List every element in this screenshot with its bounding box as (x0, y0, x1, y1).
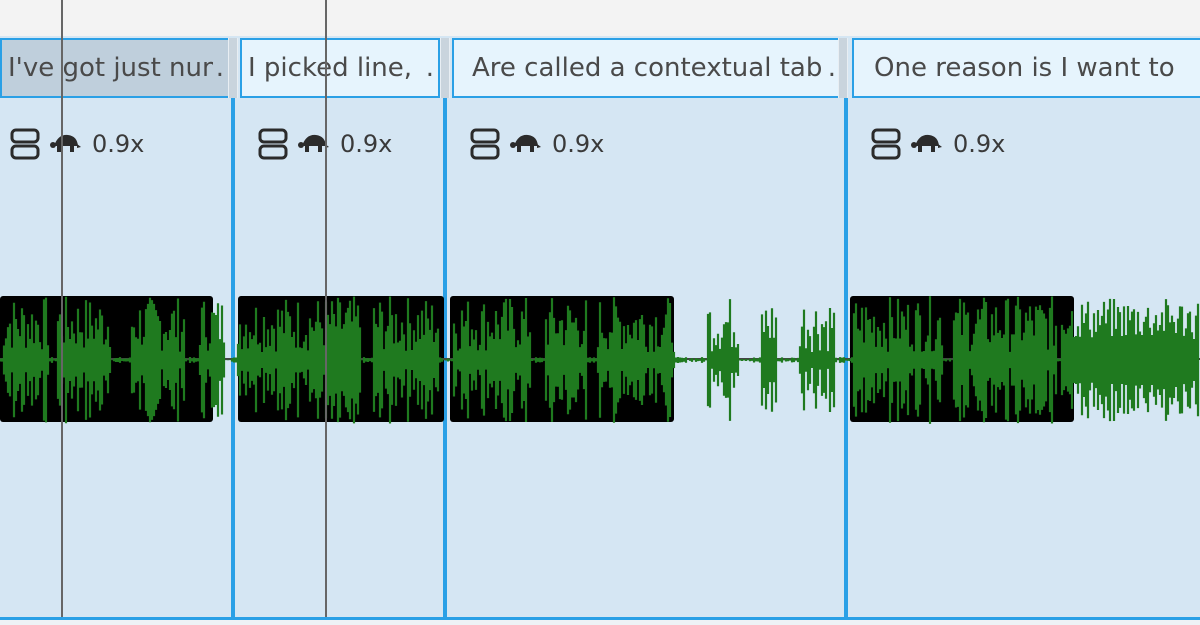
stretch-icon[interactable] (258, 127, 290, 161)
clip-4-info: 0.9x (871, 126, 1005, 162)
label-1-ellipsis: . (215, 53, 224, 83)
clip-2-speed: 0.9x (340, 130, 393, 158)
label-3[interactable]: Are called a contextual tab . (452, 38, 842, 98)
turtle-icon (510, 134, 541, 152)
edit-cursor[interactable] (325, 0, 327, 620)
label-3-ellipsis: . (827, 53, 836, 83)
label-3-resize-handle[interactable] (838, 38, 848, 98)
track-footer (0, 620, 1200, 625)
stretch-icon[interactable] (470, 127, 502, 161)
clip-3-info: 0.9x (470, 126, 604, 162)
timeline-top-strip (0, 0, 1200, 36)
label-1-resize-handle[interactable] (228, 38, 238, 98)
label-2-text: I picked line, (248, 53, 413, 83)
clip-4-speed: 0.9x (953, 130, 1006, 158)
label-2[interactable]: I picked line, . (240, 38, 440, 98)
clip-1-speed: 0.9x (92, 130, 145, 158)
stretch-icon[interactable] (10, 127, 42, 161)
label-4[interactable]: One reason is I want to (852, 38, 1200, 98)
play-cursor[interactable] (61, 0, 63, 620)
stretch-icon[interactable] (871, 127, 903, 161)
label-3-text: Are called a contextual tab (472, 53, 823, 83)
label-1[interactable]: I've got just num . (0, 38, 230, 98)
label-4-text: One reason is I want to (874, 53, 1175, 83)
clip-3-speed: 0.9x (552, 130, 605, 158)
label-1-text: I've got just num (8, 53, 213, 83)
turtle-icon (50, 134, 81, 152)
label-2-ellipsis: . (425, 53, 434, 83)
waveform[interactable] (0, 290, 1200, 430)
clip-1-info: 0.9x (10, 126, 144, 162)
label-2-resize-handle[interactable] (440, 38, 450, 98)
turtle-icon (911, 134, 942, 152)
